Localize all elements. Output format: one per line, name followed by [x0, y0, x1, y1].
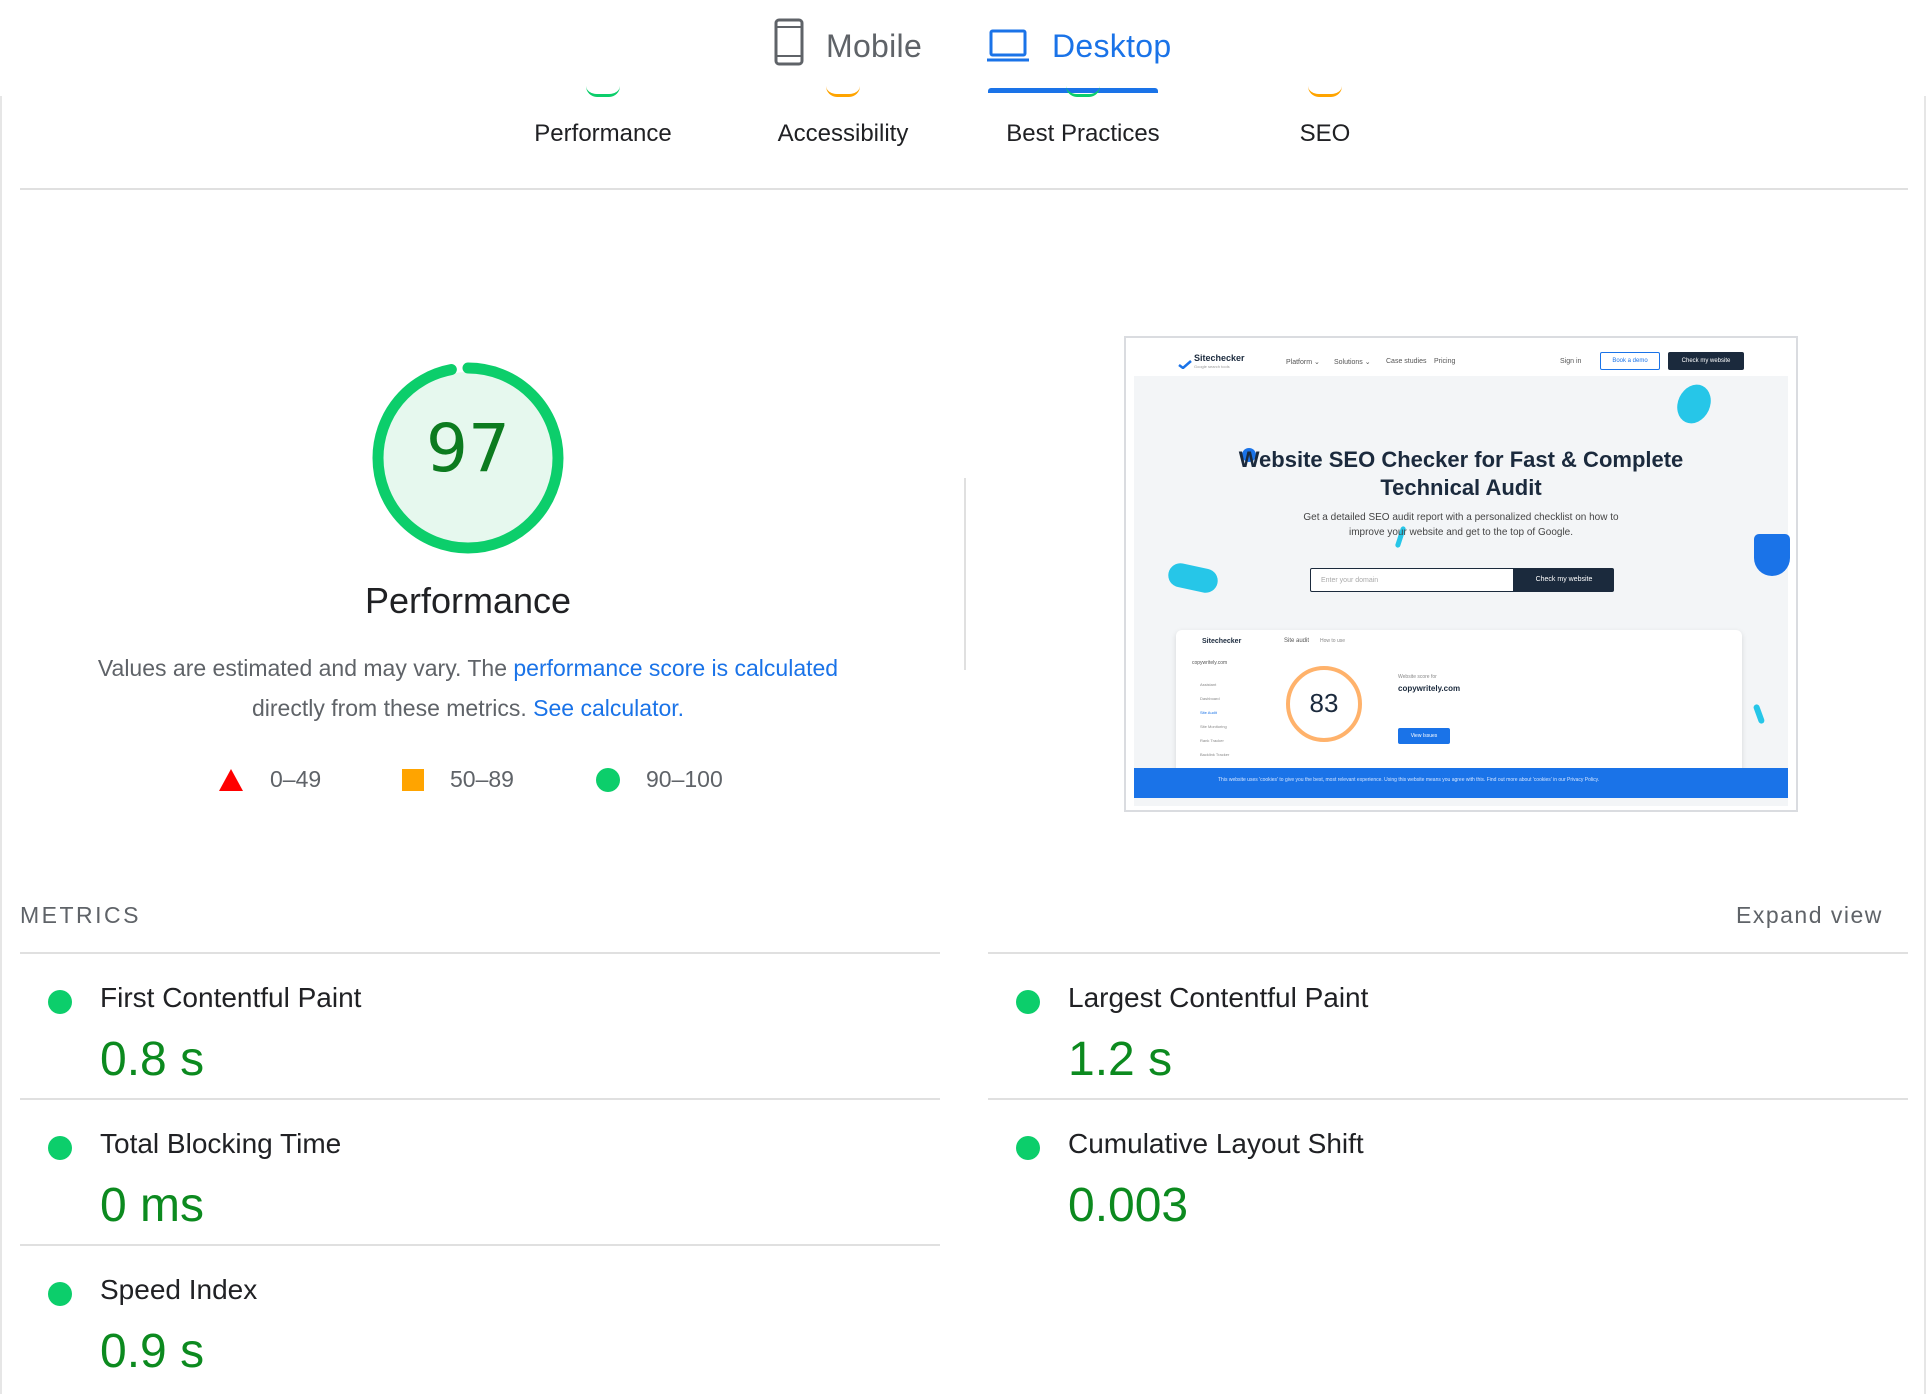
vertical-divider [964, 478, 966, 670]
metrics-separator [20, 1098, 940, 1100]
thumb-hero-sub: Get a detailed SEO audit report with a p… [1134, 510, 1788, 540]
dash-score-for: Website score for [1398, 674, 1437, 680]
pass-dot-icon [1016, 1136, 1040, 1160]
category-seo[interactable]: SEO [1205, 120, 1445, 148]
legend-average: 50–89 [402, 766, 514, 793]
thumb-nav-pricing: Pricing [1434, 358, 1456, 365]
pass-dot-icon [48, 1282, 72, 1306]
metric-first-contentful-paint: First Contentful Paint 0.8 s [20, 960, 920, 1100]
dash-menu-3: Site Monitoring [1200, 724, 1227, 729]
performance-score: 97 [426, 410, 510, 487]
triangle-icon [219, 768, 243, 791]
legend-average-label: 50–89 [450, 766, 514, 792]
metric-cumulative-layout-shift: Cumulative Layout Shift 0.003 [988, 1106, 1888, 1246]
thumb-sign-in: Sign in [1560, 358, 1582, 365]
thumb-hero-title-2: Technical Audit [1380, 475, 1542, 500]
metric-speed-index: Speed Index 0.9 s [20, 1252, 920, 1392]
legend-pass-label: 90–100 [646, 766, 723, 792]
legend-fail-label: 0–49 [270, 766, 322, 792]
pass-dot-icon [48, 990, 72, 1014]
dash-howto: How to use [1320, 638, 1346, 644]
tab-mobile[interactable]: Mobile [774, 18, 922, 90]
metric-largest-contentful-paint: Largest Contentful Paint 1.2 s [988, 960, 1888, 1100]
circle-icon [596, 767, 620, 792]
metric-name: Speed Index [100, 1274, 258, 1305]
category-arc-performance [586, 86, 620, 97]
description-text-1: Values are estimated and may vary. The [97, 655, 514, 681]
dash-menu-1: Dashboard [1200, 696, 1220, 701]
tab-desktop[interactable]: Desktop [986, 18, 1172, 90]
dash-menu-5: Backlink Tracker [1200, 752, 1230, 757]
metric-total-blocking-time: Total Blocking Time 0 ms [20, 1106, 920, 1246]
tab-desktop-label: Desktop [1052, 28, 1172, 64]
frame-border-left [0, 96, 2, 1394]
dash-domain: copywritely.com [1398, 684, 1461, 693]
thumb-hero-title: Website SEO Checker for Fast & Complete … [1134, 446, 1788, 502]
thumb-nav-solutions: Solutions ⌄ [1334, 359, 1371, 366]
metric-value: 0 ms [100, 1179, 205, 1232]
expand-view-button[interactable]: Expand view [1736, 902, 1883, 929]
metrics-label: METRICS [20, 902, 141, 928]
category-best-practices[interactable]: Best Practices [963, 120, 1203, 148]
thumb-hero-title-1: Website SEO Checker for Fast & Complete [1238, 447, 1684, 472]
category-accessibility[interactable]: Accessibility [723, 120, 963, 148]
metric-value: 0.003 [1068, 1179, 1189, 1232]
dash-score: 83 [1309, 688, 1339, 718]
checkmark-logo-icon [1178, 356, 1192, 370]
performance-title: Performance [364, 580, 572, 621]
metric-name: Largest Contentful Paint [1068, 982, 1369, 1013]
metrics-separator [988, 952, 1908, 954]
metric-name: First Contentful Paint [100, 982, 362, 1013]
thumb-domain-input: Enter your domain [1310, 568, 1514, 592]
phone-icon [774, 18, 804, 71]
metrics-separator [20, 952, 940, 954]
metric-value: 0.9 s [100, 1325, 205, 1378]
metric-value: 1.2 s [1068, 1033, 1173, 1086]
metric-value: 0.8 s [100, 1033, 205, 1086]
legend-fail: 0–49 [218, 766, 321, 793]
category-arc-best-practices [1066, 86, 1100, 97]
laptop-icon [986, 28, 1030, 69]
thumb-cookie-text: This website uses 'cookies' to give you … [1218, 777, 1600, 783]
dash-site: copywritely.com [1192, 660, 1228, 666]
decor-blob [1754, 534, 1790, 576]
pass-dot-icon [48, 1136, 72, 1160]
category-arc-seo [1308, 86, 1342, 97]
dash-tab: Site audit [1284, 638, 1310, 644]
thumb-nav-platform: Platform ⌄ [1286, 359, 1320, 366]
metrics-separator [20, 1244, 940, 1246]
legend-pass: 90–100 [596, 766, 723, 793]
square-icon [402, 768, 424, 791]
pass-dot-icon [1016, 990, 1040, 1014]
thumb-dashboard: Sitechecker Site audit How to use copywr… [1176, 630, 1742, 778]
performance-score-link[interactable]: performance score is calculated [513, 655, 838, 681]
thumb-nav-case-studies: Case studies [1386, 358, 1427, 365]
category-performance[interactable]: Performance [483, 120, 723, 148]
see-calculator-link[interactable]: See calculator. [533, 695, 684, 721]
dash-menu-4: Rank Tracker [1200, 738, 1224, 743]
tab-mobile-label: Mobile [826, 28, 923, 64]
metrics-separator [988, 1098, 1908, 1100]
category-separator [20, 188, 1908, 190]
metric-name: Cumulative Layout Shift [1068, 1128, 1364, 1159]
thumb-brand: Sitechecker [1194, 353, 1245, 363]
metric-name: Total Blocking Time [100, 1128, 342, 1159]
dash-menu-2: Site Audit [1200, 710, 1217, 715]
thumb-hero-sub-1: Get a detailed SEO audit report with a p… [1303, 512, 1619, 523]
dash-menu-0: Assistant [1200, 682, 1217, 687]
thumb-brand-tagline: Google search tools [1194, 364, 1230, 369]
thumb-check-website: Check my website [1668, 352, 1744, 370]
description-text-2: directly from these metrics. [251, 695, 534, 721]
category-arc-accessibility [826, 86, 860, 97]
thumb-book-demo: Book a demo [1600, 352, 1660, 370]
thumb-cta: Check my website [1514, 568, 1614, 592]
thumb-hero-sub-2: improve your website and get to the top … [1348, 527, 1574, 538]
page-screenshot-thumbnail[interactable]: Sitechecker Google search tools Platform… [1124, 336, 1798, 812]
dash-brand: Sitechecker [1202, 638, 1242, 645]
dash-view-issues: View Issues [1398, 728, 1450, 744]
performance-description: Values are estimated and may vary. The p… [60, 648, 876, 728]
